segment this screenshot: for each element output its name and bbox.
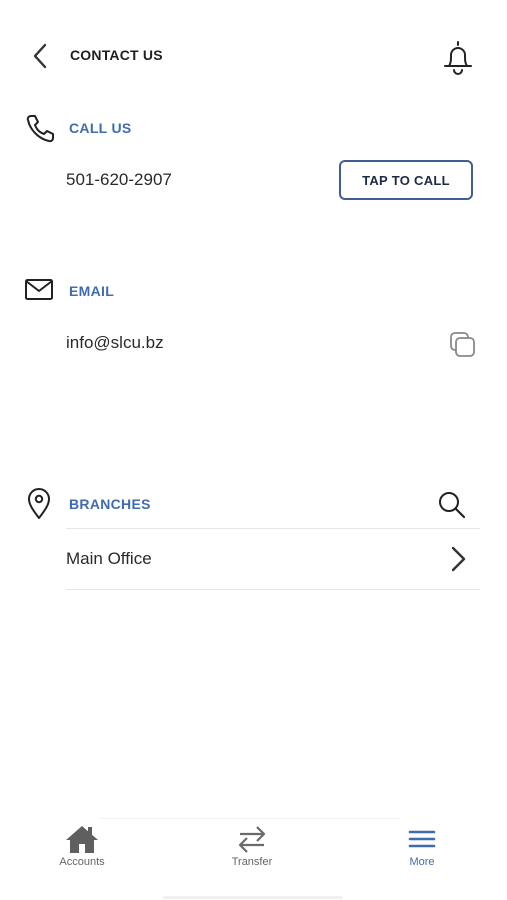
back-button[interactable] <box>26 40 54 72</box>
branches-top-divider <box>66 528 480 529</box>
copy-email-button[interactable] <box>448 330 478 360</box>
search-icon <box>439 492 466 519</box>
phone-number: 501-620-2907 <box>66 170 172 189</box>
transfer-icon <box>238 826 266 853</box>
tab-more[interactable]: More <box>362 822 482 868</box>
branch-name: Main Office <box>66 549 152 568</box>
page-title: CONTACT US <box>70 47 163 63</box>
bell-icon <box>444 41 472 75</box>
mail-icon <box>24 278 54 302</box>
branch-search-button[interactable] <box>436 489 468 521</box>
tab-transfer[interactable]: Transfer <box>192 822 312 868</box>
notifications-button[interactable] <box>440 38 476 78</box>
email-address: info@slcu.bz <box>66 333 164 352</box>
location-pin-icon <box>26 488 52 520</box>
tab-accounts-label: Accounts <box>59 856 105 868</box>
tap-to-call-button[interactable]: TAP TO CALL <box>339 160 473 200</box>
call-us-section-title: CALL US <box>69 120 132 136</box>
tab-transfer-label: Transfer <box>231 856 273 868</box>
tab-more-label: More <box>409 856 435 868</box>
copy-icon <box>450 332 475 357</box>
phone-icon <box>24 112 56 144</box>
chevron-right-icon <box>446 544 470 574</box>
tabbar-divider <box>100 818 400 819</box>
branches-section-title: BRANCHES <box>69 496 151 512</box>
chevron-left-icon <box>33 43 47 69</box>
home-indicator <box>163 896 343 899</box>
email-section-title: EMAIL <box>69 283 115 299</box>
menu-icon <box>408 830 436 848</box>
branch-list-item[interactable]: Main Office <box>66 530 480 588</box>
branches-bottom-divider <box>66 589 480 590</box>
tab-accounts[interactable]: Accounts <box>22 822 142 868</box>
home-icon <box>66 826 98 853</box>
